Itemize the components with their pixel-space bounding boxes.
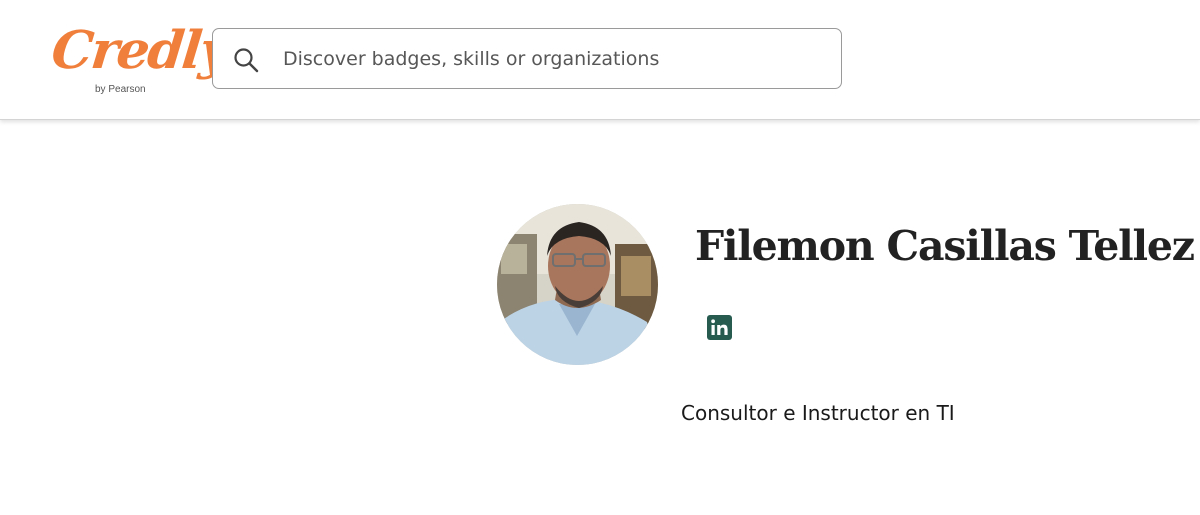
linkedin-link[interactable] [707, 315, 732, 340]
linkedin-icon [711, 319, 728, 335]
search-bar[interactable] [212, 28, 842, 89]
logo-wordmark: Credly [48, 20, 232, 81]
search-icon [233, 47, 259, 73]
avatar [497, 204, 658, 365]
search-input[interactable] [283, 39, 823, 79]
logo-subtitle: by Pearson [95, 84, 146, 95]
credly-logo[interactable]: Credly by Pearson [49, 20, 232, 102]
profile-bio: Consultor e Instructor en TI [681, 401, 955, 425]
profile-name: Filemon Casillas Tellez [695, 222, 1195, 270]
site-header: Credly by Pearson [0, 0, 1200, 120]
